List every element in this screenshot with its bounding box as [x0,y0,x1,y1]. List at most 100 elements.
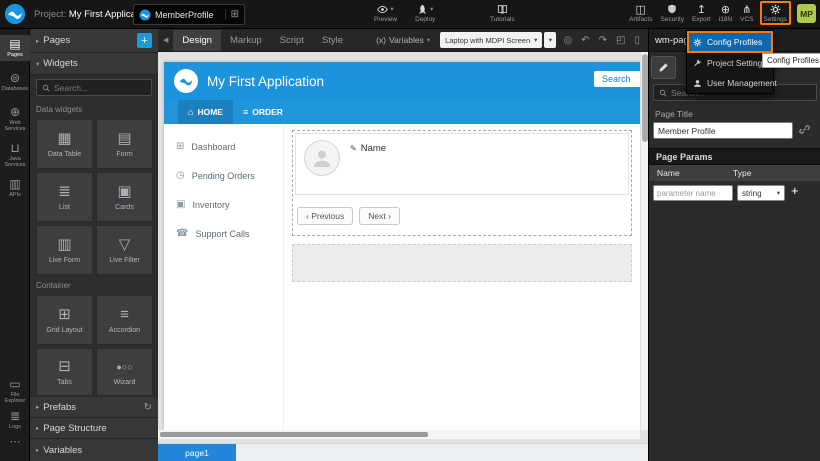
widgets-section-header[interactable]: ▾ Widgets [30,53,158,75]
prefabs-refresh-icon[interactable]: ↻ [144,402,152,413]
app-search-input[interactable]: Search [594,71,640,87]
footer-placeholder[interactable] [292,244,632,282]
page1-tab[interactable]: page1 [158,444,236,461]
widget-tile-wizard[interactable]: ●○○ Wizard [96,348,153,396]
edit-properties-tab[interactable] [651,56,676,79]
device-preview-icon[interactable]: ▯ [634,35,640,46]
wavemaker-logo-icon[interactable] [4,3,26,25]
page-title-input[interactable] [653,122,793,139]
design-toolbar: ◀ Design Markup Script Style (x) Variabl… [158,29,648,52]
sidenav-item-support-calls[interactable]: ☎ Support Calls [164,219,283,248]
widget-tile-accordion[interactable]: ≡ Accordion [96,295,153,345]
deploy-caret-icon[interactable]: ▾ [430,5,433,13]
rail-logs-label: Logs [9,424,21,430]
widget-tile-data-table[interactable]: ▦ Data Table [36,119,93,169]
security-button[interactable]: Security [660,3,683,23]
zoom-icon[interactable]: ◎ [564,35,573,46]
user-management-label: User Management [707,78,777,88]
bind-link-icon[interactable] [799,124,810,135]
horizontal-scrollbar[interactable] [158,430,640,439]
add-param-button[interactable]: + [791,183,799,198]
rail-item-java-services[interactable]: ⊔ Java Services [0,139,30,171]
i18n-globe-icon: ⊕ [721,3,730,16]
pages-grid-icon[interactable]: ⊞ [225,9,239,20]
tutorials-button[interactable]: Tutorials [490,3,515,23]
rail-item-logs[interactable]: ≣ Logs [0,407,30,433]
deploy-button[interactable]: ▾ Deploy [415,3,435,23]
data-table-icon: ▦ [57,131,71,147]
home-icon: ⌂ [188,107,193,117]
undo-icon[interactable]: ↶ [581,35,589,46]
rail-item-apis[interactable]: ▥ APIs [0,175,30,201]
open-page-tab[interactable]: MemberProfile ⊞ [133,4,245,25]
rail-item-databases[interactable]: ⊜ Databases [0,69,30,95]
widget-tile-live-form[interactable]: ▥ Live Form [36,225,93,275]
previous-button[interactable]: ‹ Previous [297,207,353,225]
tabs-icon: ⊟ [58,359,71,375]
page-body: ⊞ Dashboard ◷ Pending Orders ▣ Inventory… [164,124,640,430]
menu-item-project-settings[interactable]: Project Settings [687,53,773,73]
fullscreen-icon[interactable]: ◰ [616,35,625,46]
widget-search[interactable] [36,79,152,96]
i18n-button[interactable]: ⊕ i18N [719,3,732,23]
widget-tile-live-filter[interactable]: ▽ Live Filter [96,225,153,275]
vertical-scrollbar[interactable] [640,52,648,430]
device-options-button[interactable]: ▾ [544,32,556,48]
nav-item-order[interactable]: ≡ ORDER [233,100,293,124]
widget-tile-tabs[interactable]: ⊟ Tabs [36,348,93,396]
rail-item-web-services[interactable]: ⊕ Web Services [0,103,30,135]
export-arrow-icon: ↥ [697,3,706,16]
menu-item-user-management[interactable]: User Management [687,73,773,93]
widget-label: List [59,204,70,211]
horizontal-scrollbar-thumb[interactable] [160,432,428,437]
app-logo-icon [174,69,198,93]
list-item-name-field[interactable]: ✎ Name [350,143,386,154]
sidenav-item-pending-orders[interactable]: ◷ Pending Orders [164,161,283,190]
rail-item-file-explorer[interactable]: ▭ File Explorer [0,375,30,407]
sidenav-item-inventory[interactable]: ▣ Inventory [164,190,283,219]
params-table-header: Name Type [649,165,820,181]
param-type-select[interactable]: string ▾ [737,185,785,201]
tab-markup[interactable]: Markup [221,30,271,51]
settings-button[interactable]: Settings [764,3,788,23]
param-name-column: Name [649,168,733,178]
tab-style[interactable]: Style [313,30,352,51]
wavemaker-mini-logo-icon [139,9,151,21]
device-selector[interactable]: Laptop with MDPI Screen ▾ [440,32,542,48]
export-button[interactable]: ↥ Export [692,3,711,23]
page-structure-section-header[interactable]: ▸ Page Structure [30,418,158,439]
preview-button[interactable]: ▾ Preview [374,3,397,23]
list-widget-item[interactable]: ✎ Name [295,133,629,195]
artifacts-button[interactable]: ◫ Artifacts [629,3,652,23]
redo-icon[interactable]: ↷ [599,35,607,46]
rail-item-pages[interactable]: ▤ Pages [0,35,30,61]
user-avatar[interactable]: MP [797,4,816,23]
rail-more-icon[interactable]: ⋯ [0,435,30,448]
param-name-input[interactable] [653,185,733,201]
widget-tile-cards[interactable]: ▣ Cards [96,172,153,222]
widget-tile-grid-layout[interactable]: ⊞ Grid Layout [36,295,93,345]
selected-widget-outline[interactable]: ✎ Name ‹ Previous Next › [292,130,632,236]
next-button[interactable]: Next › [359,207,400,225]
device-selector-label: Laptop with MDPI Screen [445,36,530,45]
sidenav-support-calls-label: Support Calls [195,229,249,239]
widget-tile-list[interactable]: ≣ List [36,172,93,222]
add-page-button[interactable]: + [137,33,152,48]
settings-menu: Config Profiles Project Settings User Ma… [686,30,774,94]
prefabs-section-header[interactable]: ▸ Prefabs ↻ [30,397,158,418]
preview-caret-icon[interactable]: ▾ [390,5,393,13]
tab-script[interactable]: Script [271,30,313,51]
menu-item-config-profiles[interactable]: Config Profiles [687,31,773,53]
param-type-value: string [742,189,762,198]
variables-section-header[interactable]: ▸ Variables [30,439,158,461]
nav-item-home[interactable]: ⌂ HOME [178,100,233,124]
sidenav-item-dashboard[interactable]: ⊞ Dashboard [164,132,283,161]
collapse-left-panel-icon[interactable]: ◀ [158,36,173,44]
variables-section-label: Variables [43,445,82,456]
widget-search-input[interactable] [54,83,146,93]
tab-design[interactable]: Design [173,30,221,51]
widget-tile-form[interactable]: ▤ Form [96,119,153,169]
variables-dropdown[interactable]: (x) Variables ▾ [376,35,430,45]
vcs-button[interactable]: ⋔ VCS [740,3,753,23]
pages-section-header[interactable]: ▸ Pages + [30,29,158,53]
